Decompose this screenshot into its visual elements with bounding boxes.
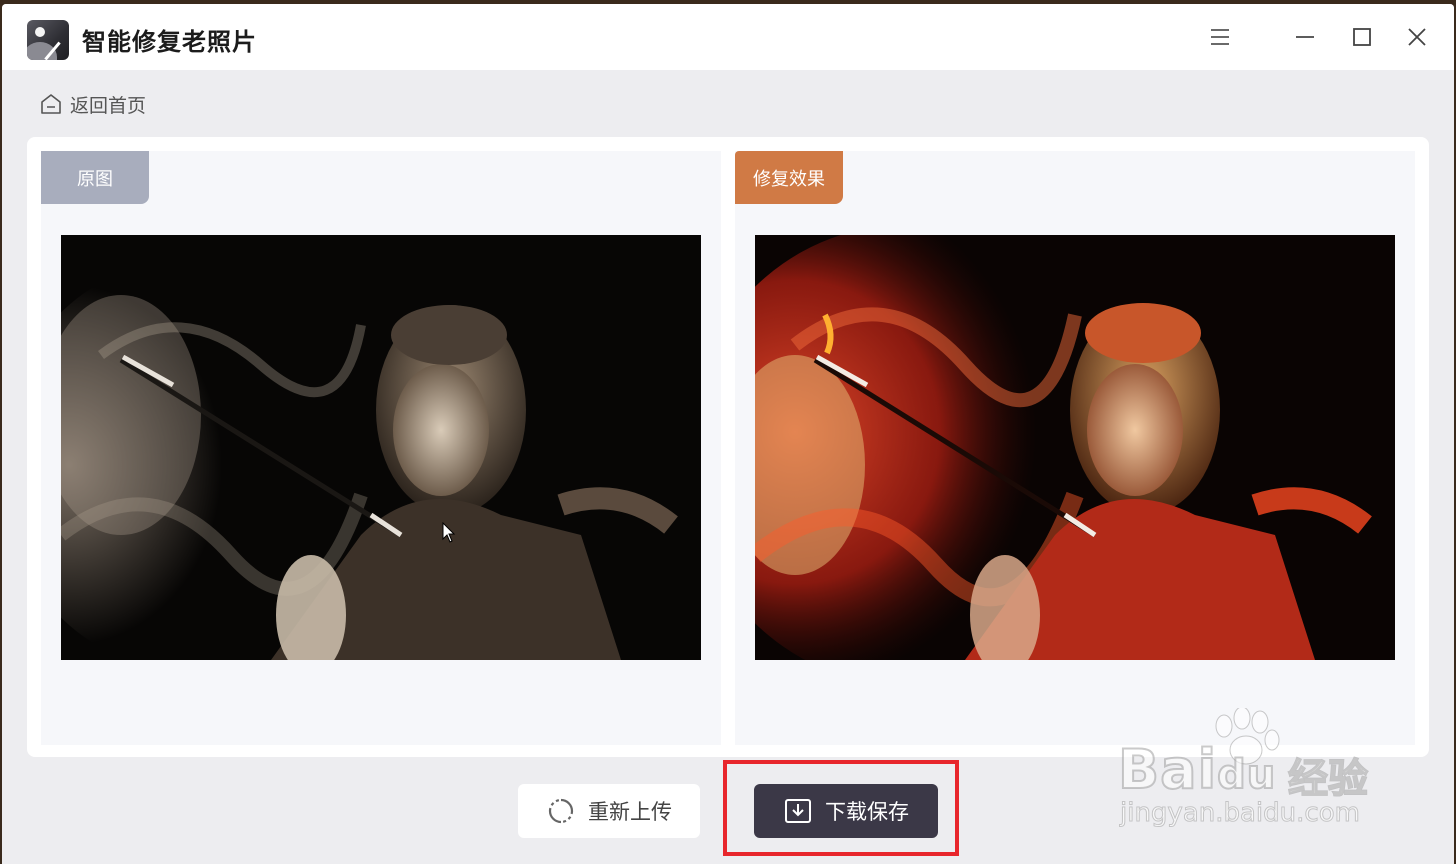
- maximize-icon[interactable]: [1347, 22, 1377, 52]
- download-icon: [785, 799, 811, 823]
- original-photo: [61, 235, 701, 660]
- app-window: 智能修复老照片 返回首页 原图 修复效果 重新上传 下载保存 Baidu 经验 …: [2, 4, 1454, 864]
- reupload-button[interactable]: 重新上传: [518, 784, 700, 838]
- result-photo: [755, 235, 1395, 660]
- result-tag: 修复效果: [735, 151, 843, 204]
- menu-icon[interactable]: [1205, 22, 1235, 52]
- app-logo-icon: [27, 20, 69, 60]
- back-home-link[interactable]: 返回首页: [38, 90, 146, 118]
- title-bar: 智能修复老照片: [2, 4, 1454, 70]
- minimize-icon[interactable]: [1290, 22, 1320, 52]
- download-save-button[interactable]: 下载保存: [754, 784, 938, 838]
- back-home-label: 返回首页: [70, 94, 147, 117]
- download-save-label: 下载保存: [825, 800, 909, 824]
- original-pane: 原图: [41, 151, 721, 745]
- comparison-panel: 原图 修复效果: [27, 137, 1429, 757]
- original-tag: 原图: [41, 151, 149, 204]
- refresh-icon: [548, 798, 574, 824]
- reupload-label: 重新上传: [588, 800, 672, 824]
- watermark-url: jingyan.baidu.com: [1120, 798, 1361, 829]
- mouse-cursor-icon: [442, 522, 456, 543]
- home-icon: [41, 94, 61, 114]
- app-title: 智能修复老照片: [82, 28, 257, 56]
- result-pane: 修复效果: [735, 151, 1415, 745]
- close-icon[interactable]: [1402, 22, 1432, 52]
